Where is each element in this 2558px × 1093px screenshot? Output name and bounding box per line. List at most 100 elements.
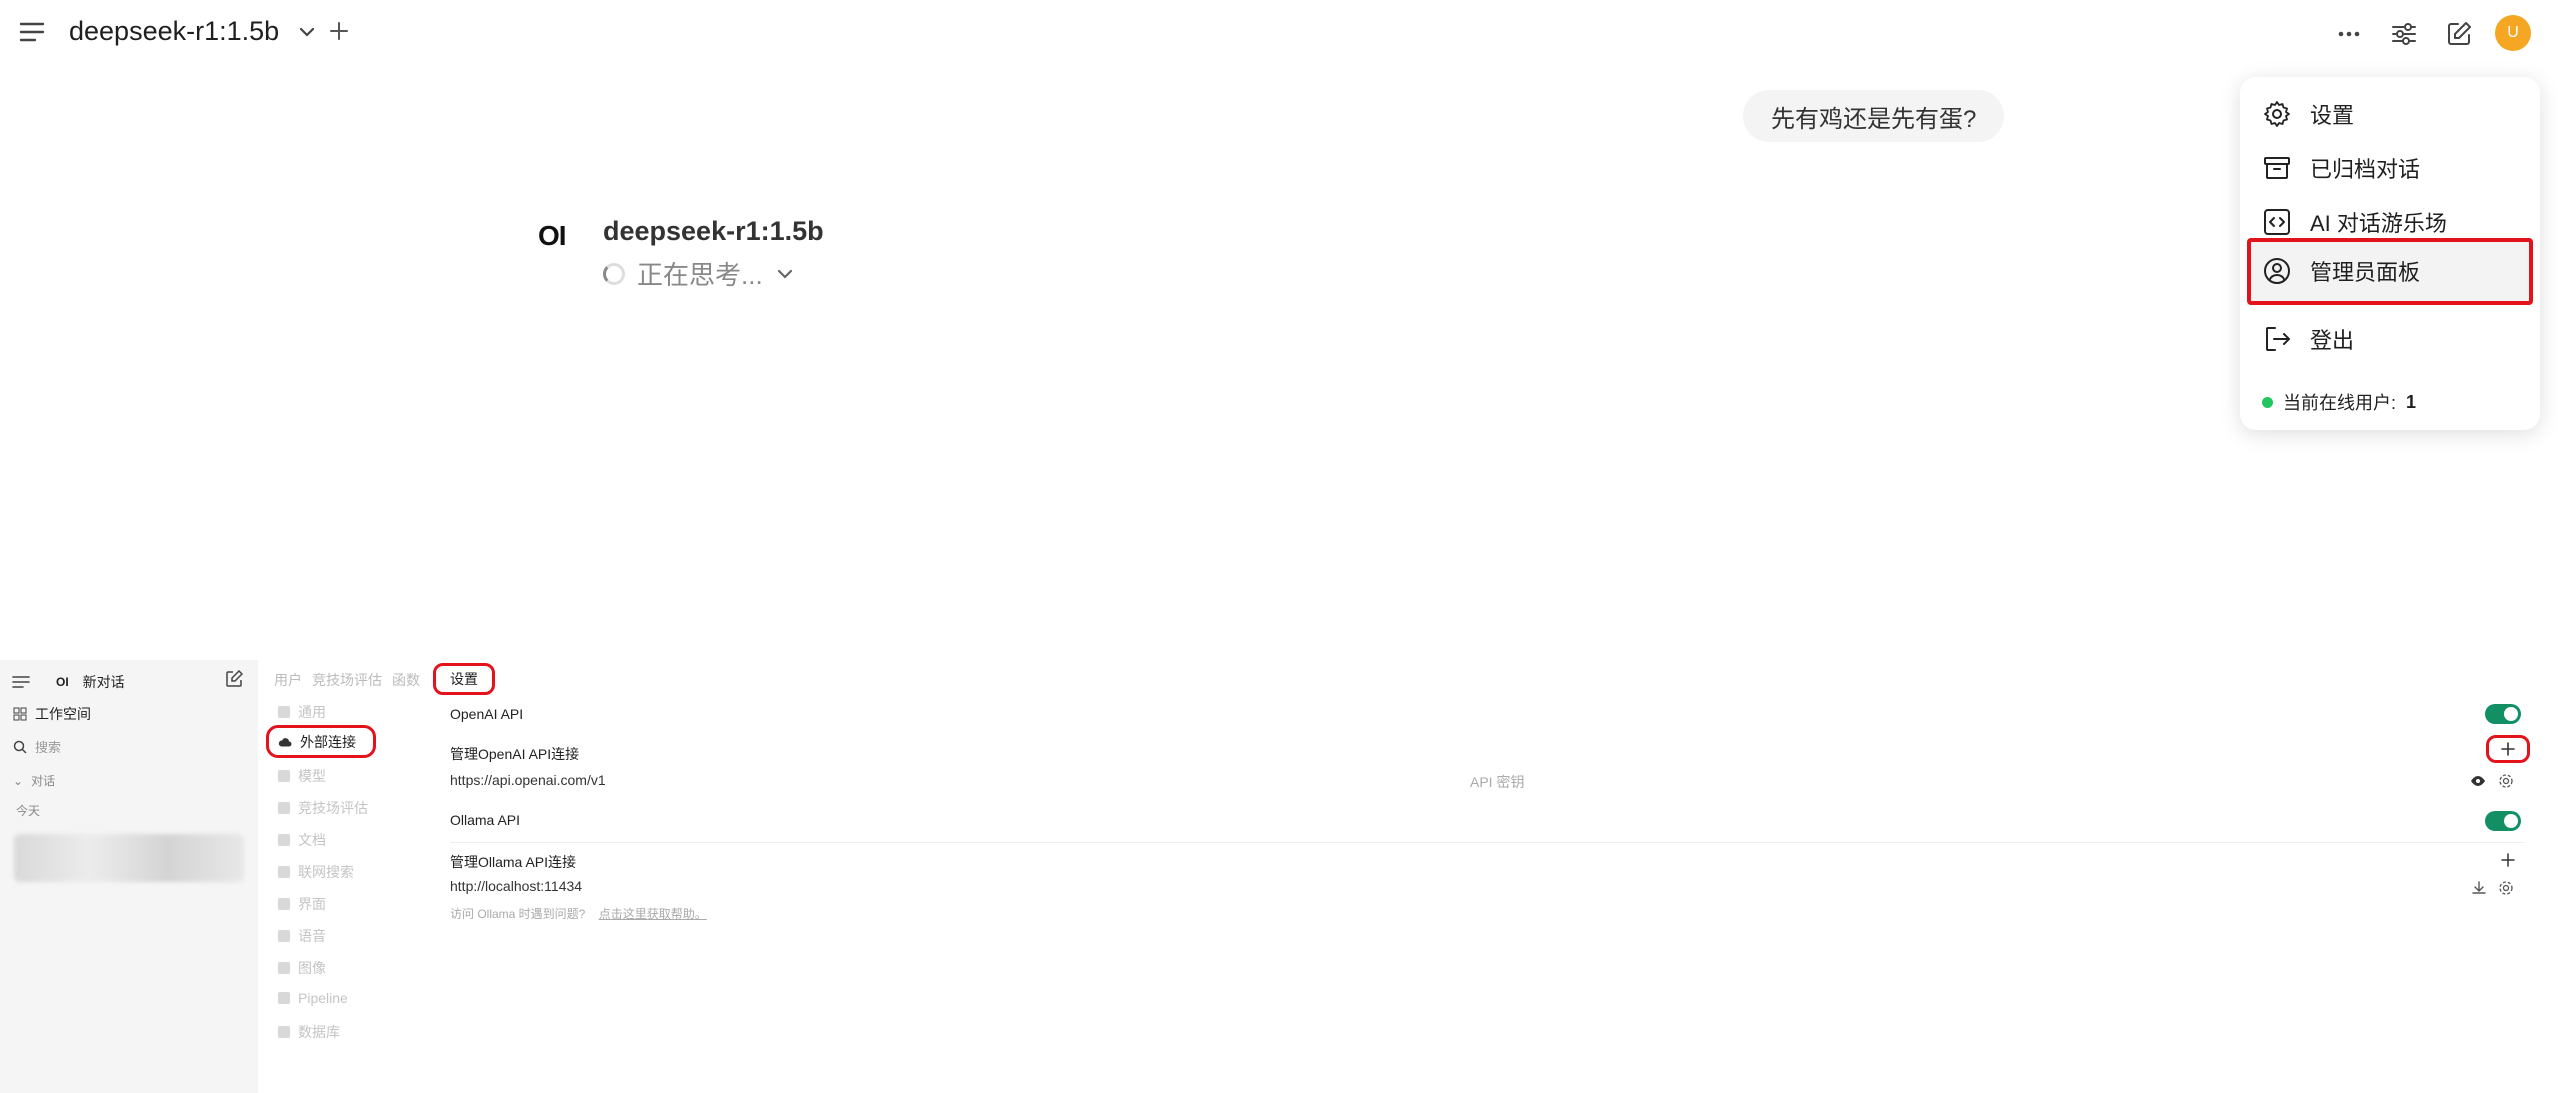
- menu-item-logout[interactable]: 登出: [2262, 322, 2354, 356]
- nav-documents[interactable]: 文档: [278, 830, 326, 850]
- file-icon: [278, 834, 290, 846]
- eye-icon[interactable]: [2470, 773, 2486, 789]
- gear-icon: [2264, 101, 2290, 127]
- new-chat-edit-icon[interactable]: [2443, 18, 2475, 50]
- monitor-icon: [278, 898, 290, 910]
- blurred-chat-item[interactable]: [14, 834, 244, 882]
- nav-label: 界面: [298, 896, 326, 912]
- nav-interface[interactable]: 界面: [278, 894, 326, 914]
- ollama-api-toggle[interactable]: [2485, 811, 2521, 831]
- code-icon: [2264, 209, 2290, 235]
- bot-logo: OI: [538, 220, 567, 251]
- tab-settings[interactable]: 设置: [433, 663, 495, 695]
- speaker-icon: [278, 930, 290, 942]
- user-message-bubble: 先有鸡还是先有蛋?: [1743, 90, 2005, 142]
- nav-label: 外部连接: [300, 733, 356, 750]
- menu-item-label: 登出: [2310, 328, 2355, 353]
- model-selector[interactable]: deepseek-r1:1.5b: [69, 16, 317, 47]
- cube-icon: [278, 770, 290, 782]
- sidebar: OI 新对话 工作空间 搜索 ⌄ 对话 今天: [0, 660, 258, 1093]
- bot-model-name: deepseek-r1:1.5b: [603, 216, 824, 246]
- user-avatar[interactable]: U: [2495, 15, 2531, 51]
- thinking-status[interactable]: 正在思考...: [603, 255, 795, 292]
- grid-icon: [13, 707, 27, 721]
- sidebar-item-label: 工作空间: [35, 706, 91, 722]
- nav-arena[interactable]: 竞技场评估: [278, 798, 368, 818]
- nav-models[interactable]: 模型: [278, 766, 326, 786]
- sidebar-item-workspace[interactable]: 工作空间: [13, 704, 91, 724]
- nav-label: 图像: [298, 960, 326, 976]
- openai-manage-label: 管理OpenAI API连接: [450, 746, 580, 762]
- chevron-down-icon: [777, 269, 792, 279]
- admin-tabs: 用户 竞技场评估 函数: [274, 670, 420, 690]
- new-chat-label[interactable]: 新对话: [83, 672, 125, 692]
- sidebar-date-group: 今天: [16, 804, 41, 818]
- tab-arena[interactable]: 竞技场评估: [312, 670, 382, 690]
- chevron-down-icon: ⌄: [13, 773, 24, 788]
- logout-icon: [2266, 327, 2290, 351]
- more-options-icon[interactable]: [2333, 18, 2365, 50]
- menu-item-archived-chats[interactable]: 已归档对话: [2262, 151, 2420, 185]
- plus-icon[interactable]: [2500, 852, 2516, 868]
- gear-icon[interactable]: [2498, 880, 2514, 896]
- sidebar-header: OI 新对话: [12, 672, 125, 692]
- plus-icon: [2501, 742, 2515, 756]
- menu-item-label: 设置: [2310, 103, 2355, 128]
- top-bar: deepseek-r1:1.5b U: [0, 0, 2558, 68]
- new-chat-edit-icon[interactable]: [225, 670, 243, 688]
- openai-api-toggle[interactable]: [2485, 704, 2521, 724]
- tab-functions[interactable]: 函数: [392, 670, 420, 690]
- nav-label: Pipeline: [298, 990, 348, 1006]
- sidebar-section-chats[interactable]: ⌄ 对话: [13, 772, 55, 789]
- menu-item-playground[interactable]: AI 对话游乐场: [2262, 205, 2447, 239]
- nav-audio[interactable]: 语音: [278, 926, 326, 946]
- help-link[interactable]: 点击这里获取帮助。: [599, 907, 707, 921]
- nav-connections[interactable]: 外部连接: [266, 725, 376, 758]
- nav-pipeline[interactable]: Pipeline: [278, 990, 348, 1006]
- online-users-label: 当前在线用户:: [2283, 393, 2397, 413]
- nav-images[interactable]: 图像: [278, 958, 326, 978]
- search-placeholder: 搜索: [35, 740, 62, 755]
- openai-url-field[interactable]: https://api.openai.com/v1: [450, 772, 606, 788]
- nav-label: 模型: [298, 768, 326, 784]
- spinner-icon: [603, 262, 625, 285]
- divider: [450, 842, 2525, 843]
- database-icon: [278, 1026, 290, 1038]
- search-icon: [13, 740, 27, 754]
- gear-icon: [278, 706, 290, 718]
- nav-label: 通用: [298, 704, 326, 720]
- hint-text: 访问 Ollama 时遇到问题?: [450, 907, 586, 921]
- section-label: 对话: [31, 774, 56, 788]
- nav-web-search[interactable]: 联网搜索: [278, 862, 354, 882]
- tab-users[interactable]: 用户: [274, 670, 302, 690]
- menu-item-settings[interactable]: 设置: [2262, 97, 2354, 131]
- thinking-text: 正在思考...: [637, 260, 763, 290]
- controls-icon[interactable]: [2388, 18, 2420, 50]
- menu-icon[interactable]: [12, 675, 30, 689]
- add-openai-connection-button[interactable]: [2486, 735, 2530, 763]
- nav-general[interactable]: 通用: [278, 702, 326, 722]
- admin-settings-screenshot: OI 新对话 工作空间 搜索 ⌄ 对话 今天 用户 竞技场评估 函数 设置 通用…: [0, 660, 2558, 1093]
- sidebar-logo: OI: [56, 675, 69, 689]
- nav-label: 数据库: [298, 1024, 340, 1040]
- download-icon[interactable]: [2471, 880, 2487, 896]
- menu-icon[interactable]: [19, 21, 45, 43]
- nav-database[interactable]: 数据库: [278, 1022, 340, 1042]
- user-circle-icon: [2264, 258, 2290, 284]
- gear-icon[interactable]: [2498, 773, 2514, 789]
- image-icon: [278, 962, 290, 974]
- globe-icon: [278, 866, 290, 878]
- add-model-icon[interactable]: [328, 20, 350, 42]
- cloud-icon: [278, 737, 292, 746]
- openai-api-title: OpenAI API: [450, 706, 524, 722]
- nav-label: 联网搜索: [298, 864, 354, 880]
- user-menu-dropdown: 设置 已归档对话 AI 对话游乐场 管理员面板 登出 当前在线用户: 1: [2240, 77, 2540, 430]
- nav-label: 语音: [298, 928, 326, 944]
- api-key-field[interactable]: API 密钥: [1470, 772, 1524, 792]
- ollama-manage-label: 管理Ollama API连接: [450, 854, 577, 870]
- menu-item-admin-panel[interactable]: 管理员面板: [2262, 254, 2420, 288]
- archive-icon: [2264, 157, 2290, 179]
- sidebar-search[interactable]: 搜索: [13, 737, 61, 756]
- ollama-url-field[interactable]: http://localhost:11434: [450, 878, 582, 894]
- nav-label: 文档: [298, 832, 326, 848]
